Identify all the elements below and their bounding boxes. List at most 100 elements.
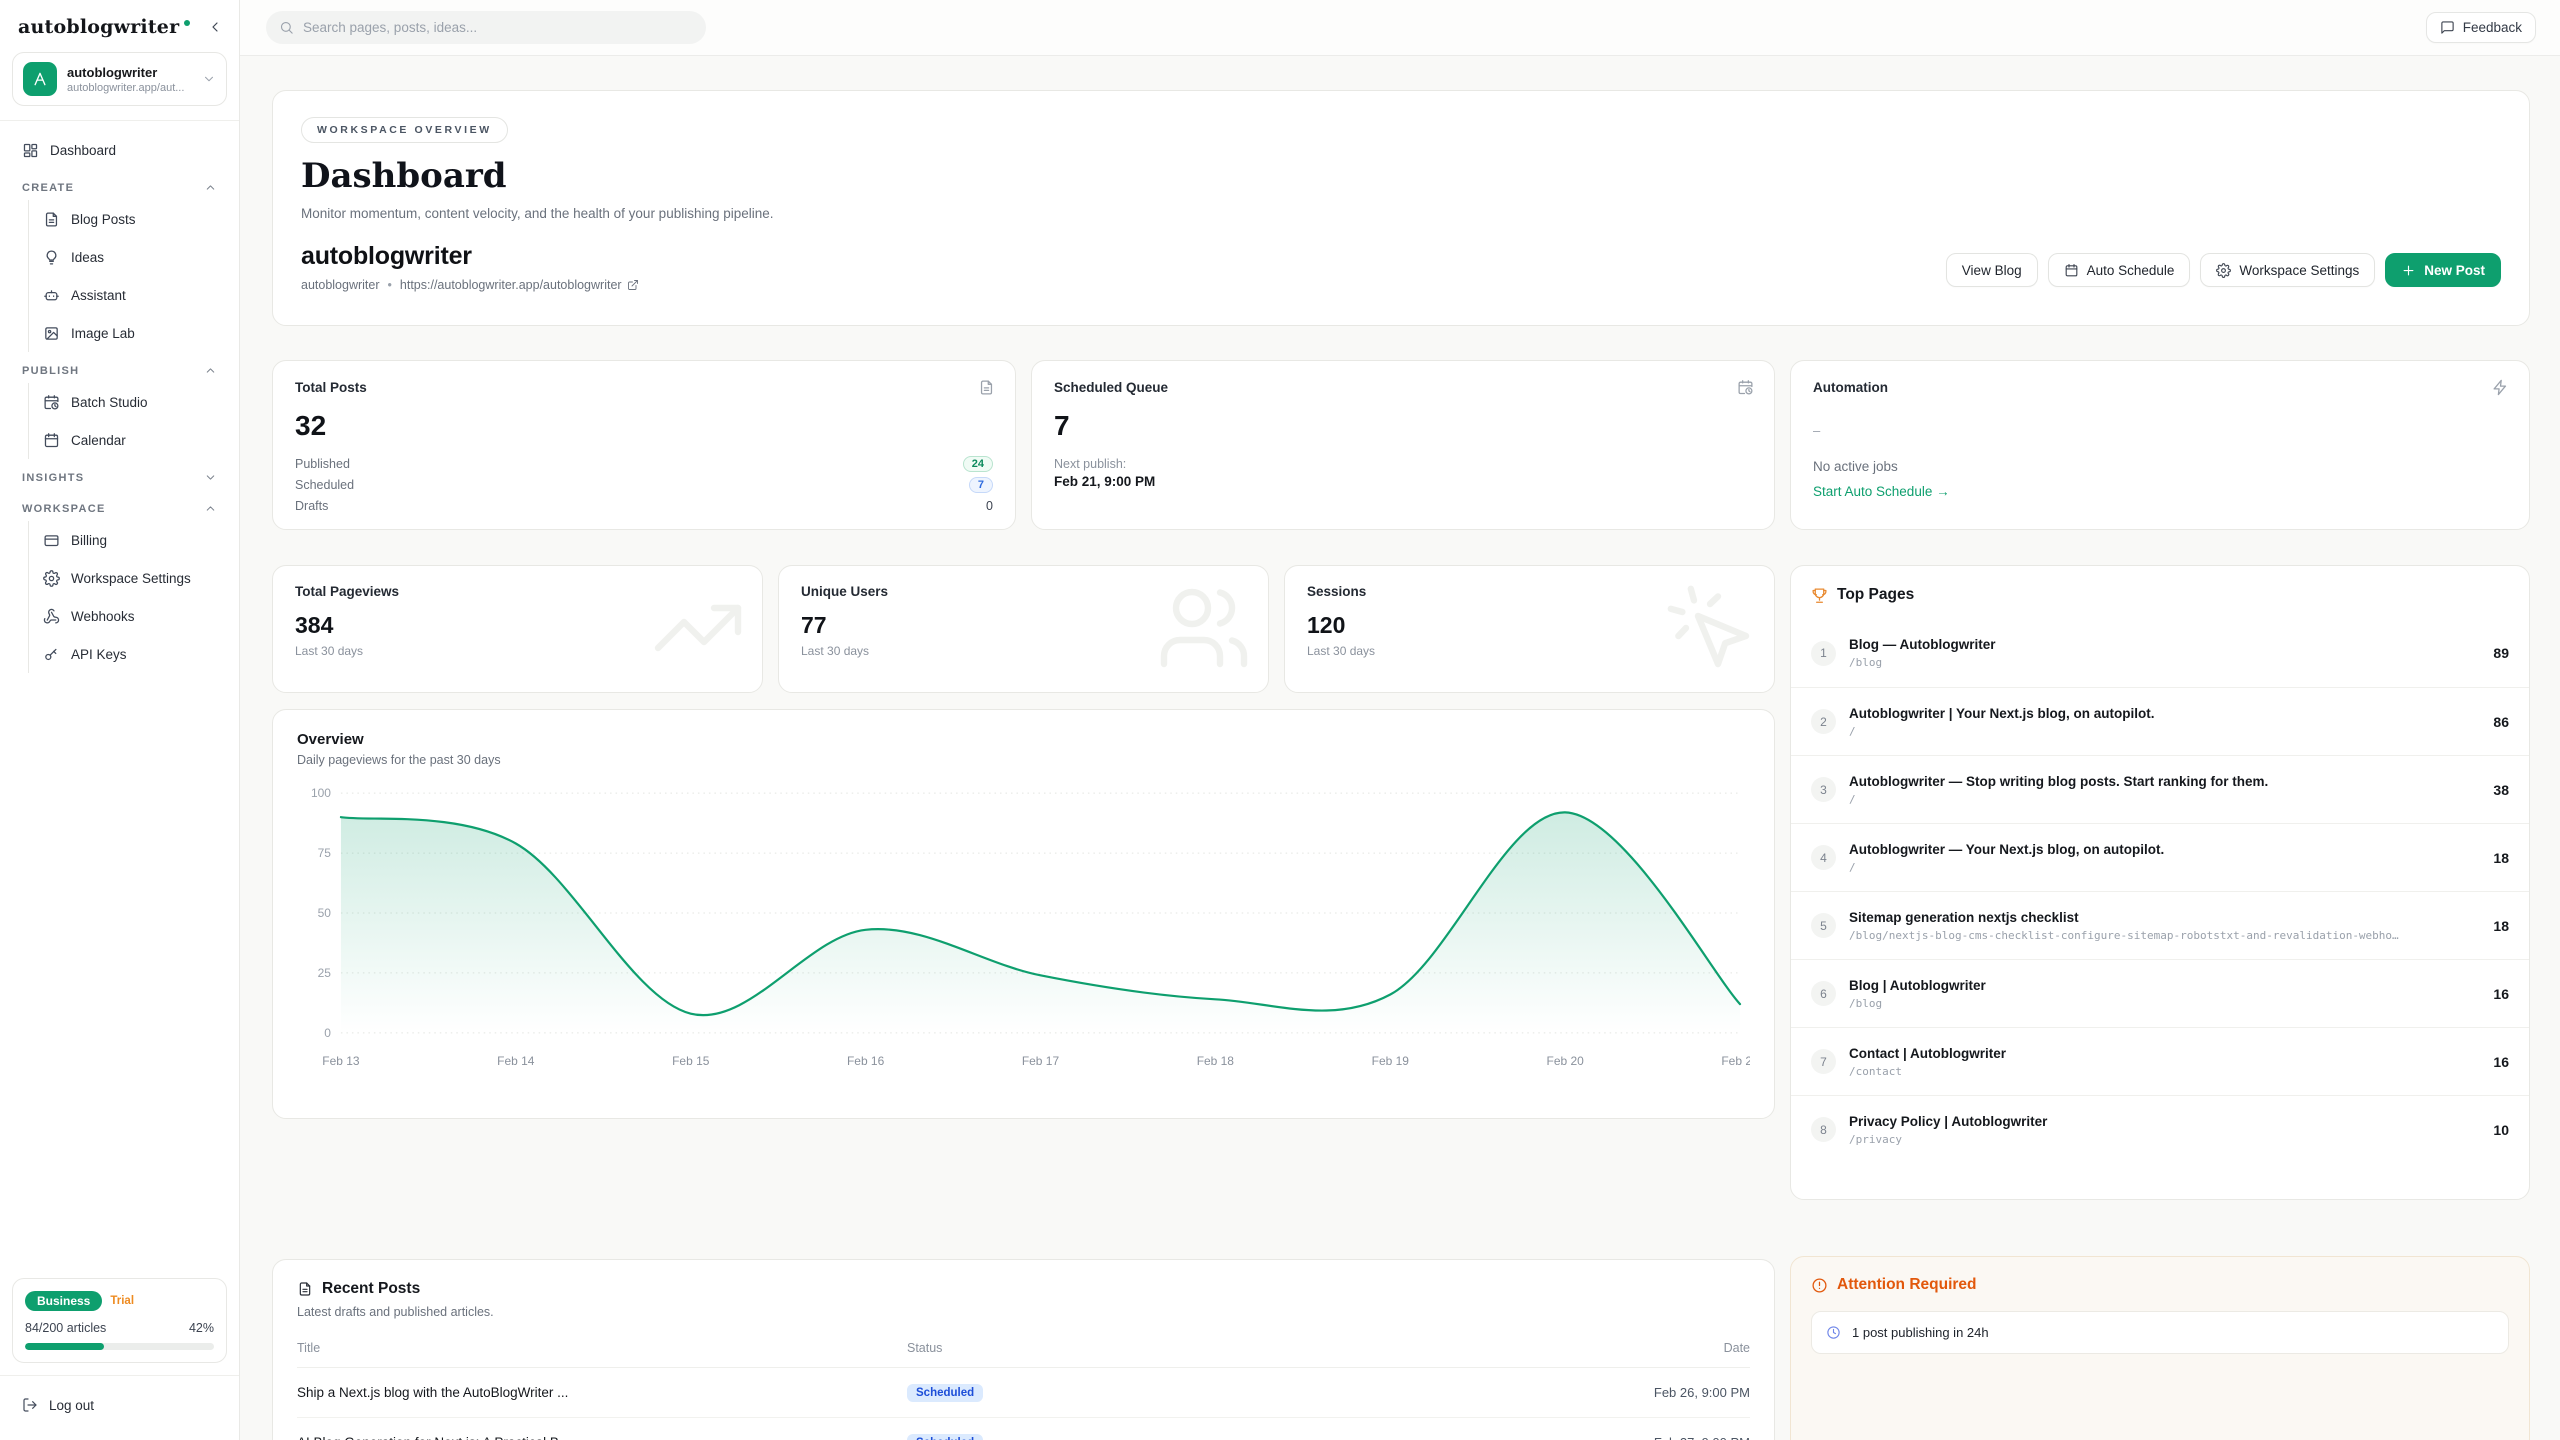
new-post-button[interactable]: New Post: [2385, 253, 2501, 287]
search-input[interactable]: [303, 20, 693, 35]
gear-icon: [2216, 263, 2231, 278]
meta-dot: •: [388, 278, 392, 292]
logout-label: Log out: [49, 1398, 94, 1413]
main-content: WORKSPACE OVERVIEW Dashboard Monitor mom…: [240, 56, 2560, 1440]
page-title-text: Sitemap generation nextjs checklist: [1849, 910, 2472, 925]
top-page-row[interactable]: 2Autoblogwriter | Your Next.js blog, on …: [1791, 687, 2529, 755]
lightbulb-icon: [43, 249, 60, 266]
attention-item[interactable]: 1 post publishing in 24h: [1811, 1311, 2509, 1354]
page-views: 38: [2493, 782, 2509, 798]
zap-icon: [2492, 379, 2509, 396]
sidebar-section-publish[interactable]: PUBLISH: [12, 352, 227, 383]
page-path: /contact: [1849, 1065, 2472, 1078]
workspace-link[interactable]: https://autoblogwriter.app/autoblogwrite…: [400, 278, 639, 292]
topbar: Feedback: [240, 0, 2560, 56]
sidebar-item-webhooks[interactable]: Webhooks: [33, 597, 227, 635]
feedback-icon: [2440, 20, 2455, 35]
key-icon: [43, 646, 60, 663]
sidebar-group-create: Blog PostsIdeasAssistantImage Lab: [28, 200, 227, 352]
page-subtitle: Monitor momentum, content velocity, and …: [301, 206, 2501, 221]
rank-badge: 1: [1811, 641, 1836, 666]
calendar-clock-icon: [43, 394, 60, 411]
logout-button[interactable]: Log out: [12, 1386, 227, 1424]
sidebar-collapse-icon[interactable]: [207, 19, 223, 35]
svg-text:Feb 19: Feb 19: [1372, 1054, 1410, 1068]
workspace-overview-card: WORKSPACE OVERVIEW Dashboard Monitor mom…: [272, 90, 2530, 326]
svg-text:75: 75: [318, 846, 332, 860]
top-page-row[interactable]: 1Blog — Autoblogwriter/blog89: [1791, 619, 2529, 687]
automation-value: –: [1813, 423, 2507, 438]
plan-usage: 84/200 articles: [25, 1321, 106, 1335]
sidebar-section-insights[interactable]: INSIGHTS: [12, 459, 227, 490]
pageviews-area-chart: 0255075100Feb 13Feb 14Feb 15Feb 16Feb 17…: [297, 781, 1750, 1073]
webhook-icon: [43, 608, 60, 625]
sidebar-item-image-lab[interactable]: Image Lab: [33, 314, 227, 352]
sidebar-item-batch-studio[interactable]: Batch Studio: [33, 383, 227, 421]
page-path: /privacy: [1849, 1133, 2472, 1146]
top-page-row[interactable]: 6Blog | Autoblogwriter/blog16: [1791, 959, 2529, 1027]
sidebar-item-api-keys[interactable]: API Keys: [33, 635, 227, 673]
page-title-text: Contact | Autoblogwriter: [1849, 1046, 2472, 1061]
automation-label: Automation: [1813, 380, 2507, 395]
post-date: Feb 26, 9:00 PM: [1560, 1385, 1750, 1400]
total-posts-card: Total Posts 32 Published 24 Scheduled 7: [272, 360, 1016, 530]
recent-posts-table: Title Status Date Ship a Next.js blog wi…: [297, 1341, 1750, 1440]
svg-text:Feb 14: Feb 14: [497, 1054, 535, 1068]
next-publish-label: Next publish:: [1054, 457, 1752, 471]
workspace-settings-button[interactable]: Workspace Settings: [2200, 253, 2375, 287]
post-title: Ship a Next.js blog with the AutoBlogWri…: [297, 1385, 907, 1400]
view-blog-button[interactable]: View Blog: [1946, 253, 2038, 287]
bot-icon: [43, 287, 60, 304]
published-row: Published 24: [295, 453, 993, 474]
sidebar-item-billing[interactable]: Billing: [33, 521, 227, 559]
analytics-row: Total Pageviews 384 Last 30 days Unique …: [272, 565, 1775, 693]
search-bar[interactable]: [266, 11, 706, 44]
sidebar-item-workspace-settings[interactable]: Workspace Settings: [33, 559, 227, 597]
sidebar-section-create[interactable]: CREATE: [12, 169, 227, 200]
recent-post-row[interactable]: Ship a Next.js blog with the AutoBlogWri…: [297, 1368, 1750, 1418]
sidebar-item-dashboard[interactable]: Dashboard: [12, 131, 227, 169]
sidebar: autoblogwriter autoblogwriter autoblogwr…: [0, 0, 240, 1440]
sidebar-item-blog-posts[interactable]: Blog Posts: [33, 200, 227, 238]
page-title-text: Autoblogwriter — Your Next.js blog, on a…: [1849, 842, 2472, 857]
total-posts-value: 32: [295, 410, 993, 442]
trending-up-icon: [650, 580, 746, 676]
automation-status: No active jobs: [1813, 459, 2507, 474]
recent-posts-title: Recent Posts: [322, 1280, 420, 1298]
rank-badge: 3: [1811, 777, 1836, 802]
top-page-row[interactable]: 3Autoblogwriter — Stop writing blog post…: [1791, 755, 2529, 823]
chevron-down-icon: [202, 72, 216, 86]
unique-users-card: Unique Users 77 Last 30 days: [778, 565, 1269, 693]
feedback-button[interactable]: Feedback: [2426, 12, 2536, 43]
svg-text:Feb 15: Feb 15: [672, 1054, 710, 1068]
calendar-clock-icon: [1737, 379, 1754, 396]
top-pages-title: Top Pages: [1837, 586, 1914, 604]
dashboard-icon: [22, 142, 39, 159]
top-pages-card: Top Pages 1Blog — Autoblogwriter/blog892…: [1790, 565, 2530, 1200]
stats-row: Total Posts 32 Published 24 Scheduled 7: [272, 360, 1775, 530]
workspace-logo-icon: [31, 70, 49, 88]
sidebar-item-ideas[interactable]: Ideas: [33, 238, 227, 276]
top-page-row[interactable]: 7Contact | Autoblogwriter/contact16: [1791, 1027, 2529, 1095]
top-page-row[interactable]: 8Privacy Policy | Autoblogwriter/privacy…: [1791, 1095, 2529, 1163]
chevron-up-icon: [204, 181, 217, 194]
next-publish-value: Feb 21, 9:00 PM: [1054, 474, 1752, 489]
sidebar-item-assistant[interactable]: Assistant: [33, 276, 227, 314]
total-pageviews-card: Total Pageviews 384 Last 30 days: [272, 565, 763, 693]
top-page-row[interactable]: 4Autoblogwriter — Your Next.js blog, on …: [1791, 823, 2529, 891]
top-page-row[interactable]: 5Sitemap generation nextjs checklist/blo…: [1791, 891, 2529, 959]
drafts-row: Drafts 0: [295, 495, 993, 516]
svg-text:50: 50: [318, 906, 332, 920]
file-text-icon: [297, 1281, 313, 1297]
file-text-icon: [43, 211, 60, 228]
drafts-count: 0: [986, 499, 993, 513]
workspace-meta: autoblogwriter autoblogwriter.app/aut...: [67, 65, 192, 94]
auto-schedule-button[interactable]: Auto Schedule: [2048, 253, 2191, 287]
page-path: /blog: [1849, 997, 2472, 1010]
start-auto-schedule-link[interactable]: Start Auto Schedule →: [1813, 484, 2507, 499]
recent-post-row[interactable]: AI Blog Generation for Next.js: A Practi…: [297, 1418, 1750, 1440]
rank-badge: 8: [1811, 1117, 1836, 1142]
sidebar-section-workspace[interactable]: WORKSPACE: [12, 490, 227, 521]
workspace-switcher[interactable]: autoblogwriter autoblogwriter.app/aut...: [12, 52, 227, 106]
sidebar-item-calendar[interactable]: Calendar: [33, 421, 227, 459]
